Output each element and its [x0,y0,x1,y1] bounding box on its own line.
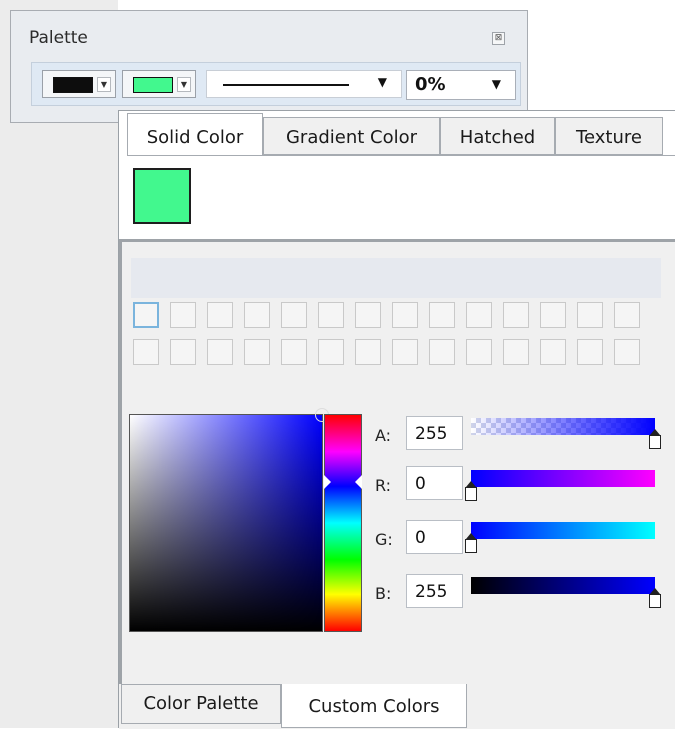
fill-color-dropdown[interactable]: ▼ [122,70,196,98]
custom-color-cell[interactable] [577,302,603,328]
custom-color-cell[interactable] [429,339,455,365]
blue-slider[interactable] [471,577,661,608]
custom-color-cell[interactable] [614,302,640,328]
stroke-color-dropdown[interactable]: ▼ [42,70,116,98]
palette-toolbar: ▼ ▼ ▼ 0% ▼ [31,62,521,106]
custom-color-cell[interactable] [429,302,455,328]
palette-source-tabs: Color Palette Custom Colors [119,684,675,729]
stroke-color-swatch [53,77,93,93]
tab-gradient-color[interactable]: Gradient Color [263,117,440,155]
color-picker-popup: Solid Color Gradient Color Hatched Textu… [118,110,675,729]
saturation-value-picker[interactable] [129,408,329,632]
custom-color-cell[interactable] [207,302,233,328]
current-color-swatch [133,168,191,224]
line-style-dropdown[interactable]: ▼ [206,70,402,98]
green-label: G: [375,530,393,549]
custom-color-cell[interactable] [466,302,492,328]
custom-color-cell[interactable] [318,339,344,365]
chevron-down-icon: ▼ [377,75,387,89]
alpha-slider-thumb[interactable] [649,429,661,449]
custom-color-cell[interactable] [170,302,196,328]
custom-color-cell[interactable] [355,339,381,365]
custom-colors-panel: A: 255 R: 0 G: 0 B: 255 [119,242,675,684]
custom-color-cell[interactable] [244,339,270,365]
recent-colors-bar [131,258,661,298]
close-icon[interactable]: ⊠ [492,32,505,45]
custom-color-cell[interactable] [577,339,603,365]
fill-color-swatch [133,77,173,93]
opacity-dropdown[interactable]: 0% ▼ [406,70,516,100]
alpha-label: A: [375,426,392,445]
tab-hatched[interactable]: Hatched [440,117,555,155]
custom-color-cell[interactable] [392,302,418,328]
palette-window: Palette ⊠ ▼ ▼ ▼ 0% ▼ [10,10,528,123]
green-slider[interactable] [465,522,655,553]
opacity-value: 0% [415,74,446,95]
custom-color-cell[interactable] [133,339,159,365]
custom-color-cell[interactable] [503,339,529,365]
custom-color-cell[interactable] [614,339,640,365]
custom-color-cell[interactable] [392,339,418,365]
custom-color-cell[interactable] [133,302,159,328]
tab-color-palette[interactable]: Color Palette [121,684,281,724]
alpha-input[interactable]: 255 [406,416,463,450]
hue-handle-left[interactable] [324,475,331,489]
tab-texture[interactable]: Texture [555,117,663,155]
custom-color-cell[interactable] [244,302,270,328]
green-input[interactable]: 0 [406,520,463,554]
tab-custom-colors[interactable]: Custom Colors [281,684,467,728]
blue-slider-thumb[interactable] [649,588,661,608]
custom-color-cell[interactable] [281,302,307,328]
tab-solid-color[interactable]: Solid Color [127,113,263,155]
hue-slider[interactable] [324,414,362,632]
palette-title: Palette [29,28,88,48]
chevron-down-icon: ▼ [491,77,501,91]
green-slider-thumb[interactable] [465,533,477,553]
custom-color-cell[interactable] [466,339,492,365]
red-slider[interactable] [465,470,655,501]
line-style-preview [223,84,349,86]
red-slider-thumb[interactable] [465,481,477,501]
red-input[interactable]: 0 [406,466,463,500]
custom-color-cell[interactable] [281,339,307,365]
tab-strip-divider [127,155,675,156]
custom-color-cell[interactable] [540,339,566,365]
chevron-down-icon: ▼ [177,77,191,92]
blue-label: B: [375,584,392,603]
custom-color-cell[interactable] [170,339,196,365]
panel-edge [119,242,122,684]
hue-handle-right[interactable] [355,475,362,489]
custom-color-cell[interactable] [355,302,381,328]
red-label: R: [375,476,392,495]
custom-color-cell[interactable] [318,302,344,328]
chevron-down-icon: ▼ [97,77,111,92]
custom-color-cell[interactable] [503,302,529,328]
custom-color-cell[interactable] [540,302,566,328]
blue-input[interactable]: 255 [406,574,463,608]
alpha-slider[interactable] [471,418,661,449]
custom-color-cell[interactable] [207,339,233,365]
